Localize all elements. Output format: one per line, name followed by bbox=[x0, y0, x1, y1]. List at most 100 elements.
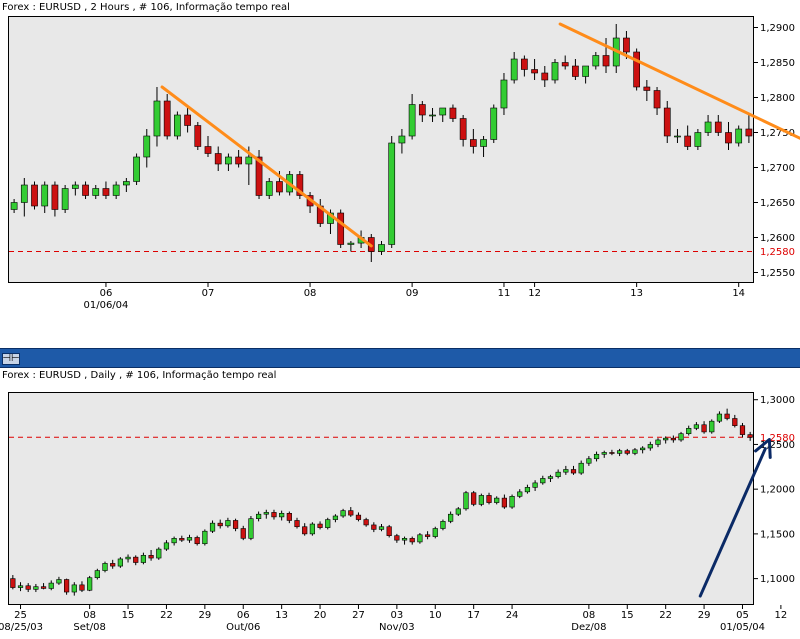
candle-down bbox=[653, 90, 661, 109]
candle-up bbox=[94, 570, 100, 579]
candle-up bbox=[592, 55, 600, 67]
candle-down bbox=[235, 156, 242, 165]
candle-down bbox=[10, 578, 16, 588]
candle-down bbox=[110, 563, 116, 567]
candle-up bbox=[555, 471, 561, 477]
candle-up bbox=[87, 577, 93, 591]
candle-down bbox=[561, 62, 569, 67]
candle-up bbox=[309, 523, 315, 535]
x-tick-label: 22 bbox=[659, 610, 672, 621]
candle-up bbox=[156, 548, 162, 559]
bottom-chart-panel: Forex : EURUSD , Daily , # 106, Informaç… bbox=[0, 368, 800, 639]
candle-up bbox=[429, 114, 436, 117]
candle-up bbox=[209, 522, 216, 532]
candle-up bbox=[61, 188, 69, 210]
candle-down bbox=[471, 492, 477, 505]
x-tick-label: 03 bbox=[390, 610, 403, 621]
candle-down bbox=[486, 495, 492, 503]
candle-down bbox=[663, 107, 671, 137]
candle-down bbox=[643, 86, 651, 91]
candle-up bbox=[616, 450, 623, 454]
candle-down bbox=[294, 520, 300, 528]
candle-up bbox=[578, 462, 584, 474]
current-price-label: 1,2580 bbox=[760, 247, 795, 258]
candle-up bbox=[125, 556, 131, 560]
candle-up bbox=[378, 244, 385, 252]
candle-up bbox=[133, 156, 140, 182]
candle-down bbox=[214, 153, 222, 165]
candle-up bbox=[693, 424, 700, 429]
candle-down bbox=[31, 184, 38, 207]
candle-up bbox=[225, 156, 232, 165]
candle-down bbox=[609, 452, 615, 454]
candle-up bbox=[593, 453, 600, 460]
candle-down bbox=[82, 184, 89, 196]
candle-up bbox=[632, 449, 638, 454]
candle-down bbox=[386, 526, 392, 536]
candle-down bbox=[63, 579, 70, 593]
candle-up bbox=[582, 65, 589, 77]
y-tick-label: 1,1500 bbox=[760, 529, 795, 540]
candle-down bbox=[371, 524, 377, 530]
candle-down bbox=[271, 512, 277, 518]
candle-down bbox=[739, 425, 746, 435]
candle-up bbox=[256, 513, 262, 519]
candle-down bbox=[217, 522, 223, 527]
x-tick-label: 13 bbox=[275, 610, 288, 621]
candle-up bbox=[510, 58, 518, 81]
candle-down bbox=[732, 418, 738, 426]
candle-up bbox=[347, 242, 355, 245]
x-tick-label: 20 bbox=[314, 610, 327, 621]
candle-down bbox=[286, 513, 292, 521]
candle-up bbox=[171, 538, 177, 544]
candle-up bbox=[563, 469, 569, 473]
candle-down bbox=[394, 535, 400, 541]
candle-up bbox=[398, 135, 406, 144]
candle-up bbox=[174, 114, 181, 137]
x-date-label: 01/06/04 bbox=[83, 300, 128, 311]
candle-up bbox=[340, 510, 346, 517]
x-date-label: Out/06 bbox=[226, 622, 260, 633]
candle-up bbox=[686, 428, 692, 435]
x-tick-label: 15 bbox=[122, 610, 135, 621]
candle-up bbox=[225, 520, 231, 527]
candle-up bbox=[112, 184, 120, 196]
candle-down bbox=[194, 125, 202, 147]
candle-up bbox=[463, 492, 469, 510]
x-tick-label: 12 bbox=[528, 288, 541, 299]
candle-down bbox=[194, 537, 200, 545]
candle-up bbox=[10, 202, 18, 210]
x-tick-label: 05 bbox=[736, 610, 749, 621]
candle-down bbox=[714, 121, 722, 133]
candle-down bbox=[317, 523, 323, 528]
candle-up bbox=[56, 579, 62, 584]
candle-up bbox=[202, 530, 208, 545]
candle-down bbox=[204, 146, 212, 154]
candle-down bbox=[348, 510, 354, 516]
candle-down bbox=[747, 434, 753, 438]
candle-up bbox=[490, 107, 498, 140]
x-date-label: Set/08 bbox=[73, 622, 106, 633]
candle-down bbox=[670, 437, 676, 441]
x-tick-label: 29 bbox=[198, 610, 211, 621]
candle-down bbox=[409, 538, 415, 543]
candle-down bbox=[133, 556, 139, 563]
candle-up bbox=[647, 444, 653, 449]
candle-up bbox=[663, 437, 669, 441]
x-tick-label: 06 bbox=[237, 610, 250, 621]
x-date-label: Nov/03 bbox=[379, 622, 415, 633]
split-handle-icon[interactable]: ⊣⊢ bbox=[2, 353, 20, 365]
candle-down bbox=[623, 37, 630, 53]
x-tick-label: 06 bbox=[100, 288, 113, 299]
candle-up bbox=[455, 508, 461, 515]
x-tick-label: 27 bbox=[352, 610, 365, 621]
x-tick-label: 25 bbox=[14, 610, 27, 621]
x-tick-label: 11 bbox=[498, 288, 511, 299]
candle-up bbox=[248, 518, 254, 539]
x-tick-label: 13 bbox=[630, 288, 643, 299]
candle-up bbox=[33, 586, 39, 590]
panel-divider[interactable]: ⊣⊢ bbox=[0, 348, 800, 368]
candle-up bbox=[41, 184, 49, 207]
top-candlestick-chart: 1,29001,28501,28001,27501,27001,26501,26… bbox=[9, 22, 800, 311]
candle-up bbox=[586, 458, 592, 464]
